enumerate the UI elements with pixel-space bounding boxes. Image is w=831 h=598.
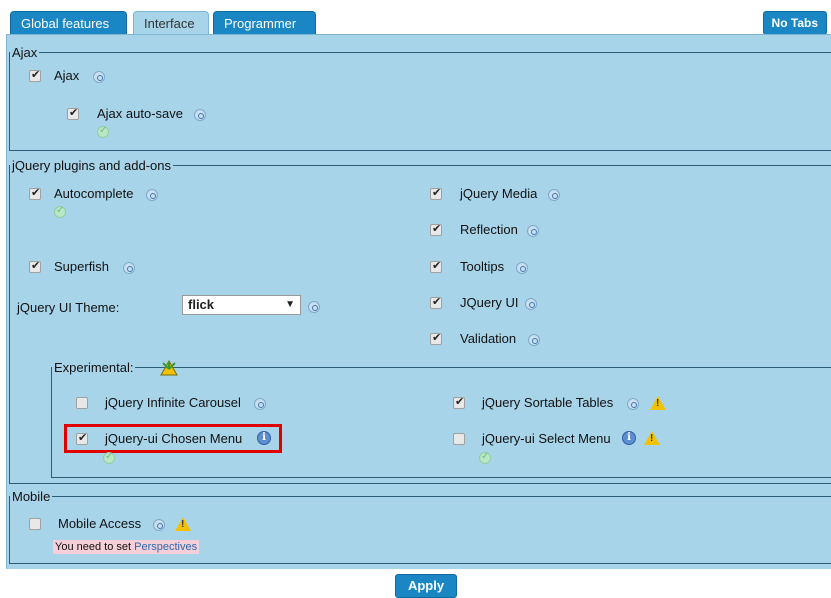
reflection-checkbox[interactable] [430,222,442,236]
experimental-fieldset: Experimental: [51,360,831,478]
tab-label: Global features [21,16,110,31]
warning-icon [644,431,660,445]
no-tabs-button[interactable]: No Tabs [762,11,827,35]
help-icon[interactable] [254,398,266,410]
jquery-media-label: jQuery Media [460,186,538,201]
tooltips-checkbox[interactable] [430,259,442,273]
help-icon[interactable] [525,298,537,310]
reflection-label: Reflection [460,222,518,237]
select-menu-checkbox[interactable] [453,433,465,445]
help-icon[interactable] [123,262,135,274]
ajax-legend: Ajax [12,45,38,60]
jquery-ui-label: JQuery UI [460,295,519,310]
validation-checkbox[interactable] [430,331,442,345]
perspectives-link[interactable]: Perspectives [134,541,197,553]
ajax-autosave-checkbox[interactable] [67,106,79,120]
help-icon[interactable] [194,109,206,121]
infinite-carousel-checkbox[interactable] [76,397,88,409]
mobile-legend: Mobile [12,489,51,504]
help-icon[interactable] [627,398,639,410]
jquery-media-checkbox[interactable] [430,186,442,200]
tooltips-label: Tooltips [460,259,505,274]
help-icon[interactable] [527,225,539,237]
experimental-icon [160,360,178,376]
warning-icon [175,517,191,531]
ajax-label: Ajax [54,68,80,83]
info-icon[interactable]: i [622,431,636,445]
ok-status-icon [54,205,66,218]
tab-label: Interface [144,16,195,31]
jquery-legend: jQuery plugins and add-ons [12,158,171,173]
theme-select[interactable]: flick ▼ [182,295,301,315]
tab-label: Programmer [224,16,297,31]
chosen-menu-label: jQuery-ui Chosen Menu [105,431,243,446]
help-icon[interactable] [528,334,540,346]
help-icon[interactable] [146,189,158,201]
tab-global-features[interactable]: Global features [10,11,127,34]
jquery-ui-checkbox[interactable] [430,295,442,309]
tab-programmer[interactable]: Programmer [213,11,316,34]
warning-icon [650,396,666,410]
ok-status-icon [479,451,491,464]
ok-status-icon [97,125,109,138]
validation-label: Validation [460,331,517,346]
ajax-fieldset: Ajax [9,45,831,151]
help-icon[interactable] [516,262,528,274]
mobile-access-label: Mobile Access [58,516,142,531]
autocomplete-label: Autocomplete [54,186,134,201]
sortable-tables-checkbox[interactable] [453,395,465,409]
mobile-access-checkbox[interactable] [29,518,41,530]
help-icon[interactable] [548,189,560,201]
infinite-carousel-label: jQuery Infinite Carousel [105,395,241,410]
superfish-checkbox[interactable] [29,259,41,273]
superfish-label: Superfish [54,259,109,274]
theme-label: jQuery UI Theme: [17,300,120,315]
experimental-label: Experimental: [54,360,134,375]
ok-status-icon [103,451,115,464]
help-icon[interactable] [153,519,165,531]
chosen-menu-checkbox[interactable] [76,431,88,445]
apply-button[interactable]: Apply [395,574,457,598]
sortable-tables-label: jQuery Sortable Tables [482,395,614,410]
perspectives-notice: You need to set Perspectives [53,540,200,554]
help-icon[interactable] [308,301,320,313]
select-menu-label: jQuery-ui Select Menu [482,431,611,446]
notice-text: You need to set [55,541,132,553]
info-icon[interactable]: i [257,431,271,445]
experimental-legend: Experimental: [52,360,135,375]
tab-interface[interactable]: Interface [133,11,209,34]
theme-select-value: flick [188,297,215,312]
ajax-checkbox[interactable] [29,68,41,82]
chevron-down-icon: ▼ [285,299,295,310]
autocomplete-checkbox[interactable] [29,186,41,200]
tab-bar: Global features Interface Programmer No … [0,0,831,35]
ajax-autosave-label: Ajax auto-save [97,106,183,121]
help-icon[interactable] [93,71,105,83]
